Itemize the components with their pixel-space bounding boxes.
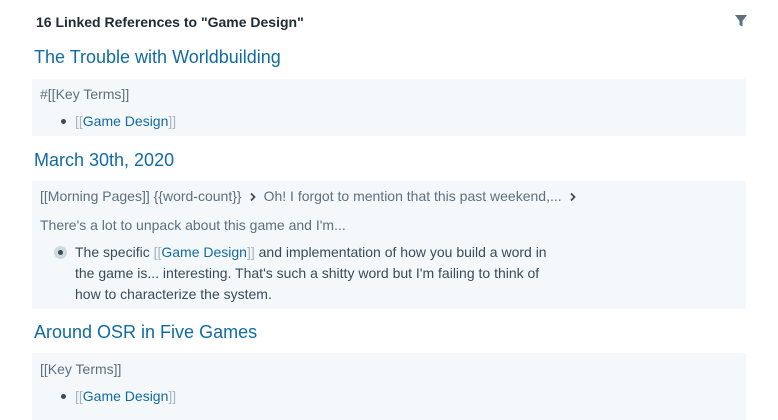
- open-bracket: [[: [75, 388, 83, 404]
- reference-block: [[Key Terms]] [[Game Design]]: [32, 353, 746, 420]
- block-bullet[interactable]: [61, 394, 66, 399]
- breadcrumb-item[interactable]: [[Morning Pages]] {{word-count}}: [40, 188, 242, 204]
- child-line-1: The specific [[Game Design]] and impleme…: [75, 244, 547, 260]
- child-block[interactable]: [[Game Design]]: [75, 388, 176, 404]
- page-link-game-design[interactable]: Game Design: [161, 244, 247, 260]
- reference-block: [[Morning Pages]] {{word-count}} Oh! I fo…: [32, 181, 746, 309]
- linked-references-header: 16 Linked References to "Game Design": [36, 14, 304, 30]
- reference-block: #[[Key Terms]] [[Game Design]]: [32, 79, 746, 136]
- parent-block-text[interactable]: #[[Key Terms]]: [40, 86, 129, 102]
- breadcrumb-item[interactable]: Oh! I forgot to mention that this past w…: [264, 188, 562, 204]
- child-block[interactable]: [[Game Design]]: [75, 113, 176, 129]
- page-link-game-design[interactable]: Game Design: [83, 113, 169, 129]
- close-bracket: ]]: [246, 244, 255, 260]
- reference-page-title[interactable]: The Trouble with Worldbuilding: [34, 47, 281, 68]
- breadcrumb: [[Morning Pages]] {{word-count}} Oh! I fo…: [40, 188, 584, 204]
- close-bracket: ]]: [168, 388, 177, 404]
- reference-page-title[interactable]: Around OSR in Five Games: [34, 322, 257, 343]
- page-link-game-design[interactable]: Game Design: [83, 388, 169, 404]
- child-line-3: how to characterize the system.: [75, 286, 272, 302]
- open-bracket: [[: [75, 113, 83, 129]
- collapsed-block-bullet[interactable]: [54, 246, 67, 259]
- reference-page-title[interactable]: March 30th, 2020: [34, 150, 174, 171]
- close-bracket: ]]: [168, 113, 177, 129]
- chevron-right-icon: [248, 192, 258, 202]
- child-block[interactable]: The specific [[Game Design]] and impleme…: [75, 242, 595, 305]
- child-line-2: the game is... interesting. That's such …: [75, 265, 540, 281]
- parent-block-text[interactable]: There's a lot to unpack about this game …: [40, 217, 346, 233]
- filter-icon[interactable]: [734, 14, 748, 28]
- parent-block-text[interactable]: [[Key Terms]]: [40, 361, 121, 377]
- block-bullet[interactable]: [61, 119, 66, 124]
- chevron-right-icon: [568, 192, 578, 202]
